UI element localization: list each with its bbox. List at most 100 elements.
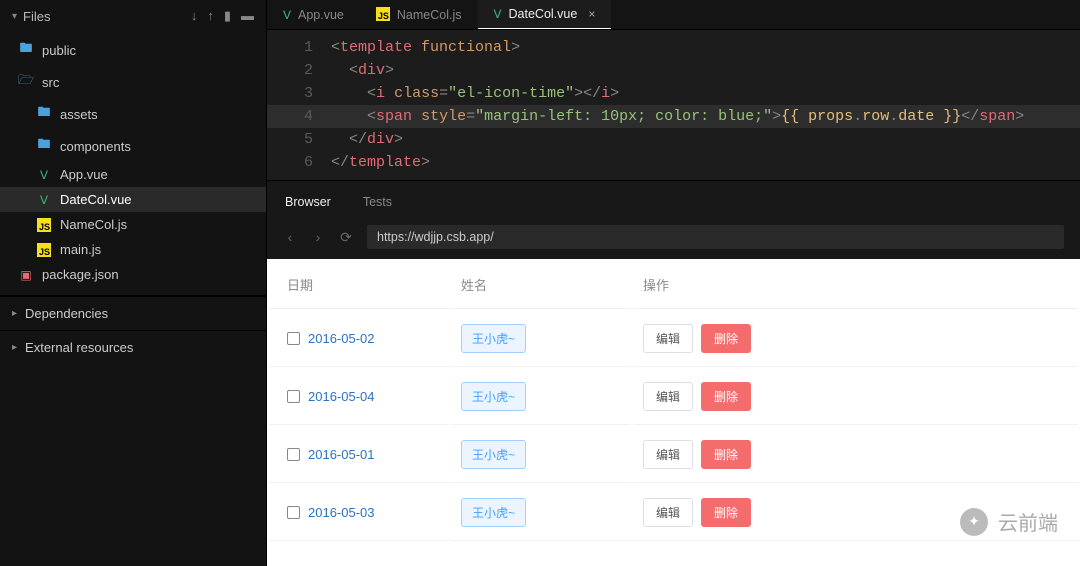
- editor-tabs: VApp.vue JS NameCol.js V DateCol.vue ×: [267, 0, 1080, 30]
- delete-button[interactable]: 删除: [701, 440, 751, 469]
- code-line: 4 <span style="margin-left: 10px; color:…: [267, 105, 1080, 128]
- col-ops: 操作: [633, 261, 1078, 309]
- vue-icon: V: [36, 193, 52, 207]
- cell-ops: 编辑删除: [633, 427, 1078, 483]
- panel-tab-tests[interactable]: Tests: [363, 195, 392, 209]
- delete-button[interactable]: 删除: [701, 382, 751, 411]
- name-tag[interactable]: 王小虎~: [461, 382, 526, 411]
- chevron-right-icon: ▸: [12, 308, 17, 319]
- line-number: 6: [267, 151, 331, 174]
- tree-item-NameCol-js[interactable]: JSNameCol.js: [0, 212, 266, 237]
- code-line: 6</template>: [267, 151, 1080, 174]
- date-text: 2016-05-01: [308, 447, 375, 462]
- new-file-icon[interactable]: ▮: [224, 8, 231, 24]
- tree-item-label: NameCol.js: [60, 217, 127, 232]
- tab-DateCol-vue[interactable]: VDateCol.vue×: [478, 0, 612, 29]
- edit-button[interactable]: 编辑: [643, 498, 693, 527]
- file-tree: 🖿 public 🗁 src 🖿assets 🖿 components V App.vue VDa…: [0, 32, 266, 289]
- folder-icon: 🖿: [36, 135, 52, 157]
- tree-item-label: App.vue: [60, 167, 108, 182]
- tree-item-src[interactable]: 🗁 src: [0, 66, 266, 98]
- new-folder-icon[interactable]: ▬: [241, 8, 254, 24]
- tab-label: NameCol.js: [397, 8, 462, 22]
- code-editor[interactable]: 1<template functional>2 <div>3 <i class=…: [267, 30, 1080, 180]
- tree-item-label: components: [60, 139, 131, 154]
- folder-open-icon: 🗁: [18, 71, 34, 93]
- tree-item-public[interactable]: 🖿 public: [0, 34, 266, 66]
- forward-icon[interactable]: ›: [311, 229, 325, 245]
- date-text: 2016-05-02: [308, 331, 375, 346]
- js-icon: JS: [376, 7, 390, 22]
- reload-icon[interactable]: ⟳: [339, 229, 353, 246]
- code-line: 2 <div>: [267, 59, 1080, 82]
- vue-icon: V: [36, 168, 52, 182]
- edit-button[interactable]: 编辑: [643, 324, 693, 353]
- tree-item-label: src: [42, 75, 59, 90]
- url-input[interactable]: [367, 225, 1064, 249]
- table-row: 2016-05-04 王小虎~ 编辑删除: [269, 369, 1078, 425]
- files-header: ▾ Files ↓ ↑ ▮ ▬: [0, 0, 266, 32]
- section-label: Dependencies: [25, 306, 108, 321]
- time-icon: [287, 332, 300, 345]
- section-external-resources[interactable]: ▸External resources: [0, 330, 266, 364]
- code-content: </template>: [331, 151, 1080, 174]
- tree-item-main-js[interactable]: JSmain.js: [0, 237, 266, 262]
- code-line: 3 <i class="el-icon-time"></i>: [267, 82, 1080, 105]
- preview-table: 日期 姓名 操作 2016-05-02王小虎~编辑删除2016-05-04王小虎…: [267, 259, 1080, 543]
- sidebar-sections: ▸ Dependencies ▸External resources: [0, 296, 266, 364]
- name-tag[interactable]: 王小虎~: [461, 498, 526, 527]
- line-number: 2: [267, 59, 331, 82]
- panel-tab-browser[interactable]: Browser: [285, 195, 331, 209]
- tree-item-label: public: [42, 43, 76, 58]
- time-icon: [287, 390, 300, 403]
- back-icon[interactable]: ‹: [283, 229, 297, 245]
- cell-date: 2016-05-04: [269, 369, 449, 425]
- line-number: 5: [267, 128, 331, 151]
- cell-date: 2016-05-01: [269, 427, 449, 483]
- edit-button[interactable]: 编辑: [643, 382, 693, 411]
- upload-icon[interactable]: ↑: [207, 8, 214, 24]
- section-dependencies[interactable]: ▸ Dependencies: [0, 296, 266, 330]
- col-date: 日期: [269, 261, 449, 309]
- files-toolbar: ↓ ↑ ▮ ▬: [191, 8, 254, 24]
- tree-item-components[interactable]: 🖿 components: [0, 130, 266, 162]
- code-line: 1<template functional>: [267, 36, 1080, 59]
- cell-name: 王小虎~: [451, 311, 631, 367]
- json-icon: ▣: [18, 268, 34, 282]
- close-icon[interactable]: ×: [588, 7, 595, 21]
- cell-ops: 编辑删除: [633, 311, 1078, 367]
- chevron-right-icon: ▸: [12, 342, 17, 353]
- chevron-down-icon: ▾: [12, 11, 17, 22]
- sidebar: ▾ Files ↓ ↑ ▮ ▬ 🖿 public 🗁 src 🖿assets 🖿 compo…: [0, 0, 267, 566]
- download-icon[interactable]: ↓: [191, 8, 198, 24]
- tree-item-App-vue[interactable]: V App.vue: [0, 162, 266, 187]
- tab-NameCol-js[interactable]: JS NameCol.js: [360, 0, 478, 29]
- main: VApp.vue JS NameCol.js V DateCol.vue × 1<temp…: [267, 0, 1080, 566]
- tab-App-vue[interactable]: VApp.vue: [267, 0, 360, 29]
- watermark-text: 云前端: [998, 507, 1058, 536]
- folder-icon: 🖿: [18, 39, 34, 61]
- code-line: 5 </div>: [267, 128, 1080, 151]
- files-title: Files: [23, 9, 191, 24]
- delete-button[interactable]: 删除: [701, 498, 751, 527]
- edit-button[interactable]: 编辑: [643, 440, 693, 469]
- time-icon: [287, 506, 300, 519]
- name-tag[interactable]: 王小虎~: [461, 324, 526, 353]
- code-content: <i class="el-icon-time"></i>: [331, 82, 1080, 105]
- name-tag[interactable]: 王小虎~: [461, 440, 526, 469]
- delete-button[interactable]: 删除: [701, 324, 751, 353]
- tree-item-label: assets: [60, 107, 98, 122]
- code-content: <span style="margin-left: 10px; color: b…: [331, 105, 1080, 128]
- cell-name: 王小虎~: [451, 369, 631, 425]
- tree-item-assets[interactable]: 🖿assets: [0, 98, 266, 130]
- tree-item-package-json[interactable]: ▣package.json: [0, 262, 266, 287]
- wechat-icon: ✦: [960, 508, 988, 536]
- tab-label: DateCol.vue: [509, 7, 578, 21]
- panel-tabs: Browser Tests: [267, 180, 1080, 219]
- table-row: 2016-05-03王小虎~编辑删除: [269, 485, 1078, 541]
- line-number: 1: [267, 36, 331, 59]
- code-content: <template functional>: [331, 36, 1080, 59]
- browser-bar: ‹ › ⟳: [267, 219, 1080, 259]
- vue-icon: V: [283, 8, 291, 22]
- tree-item-DateCol-vue[interactable]: VDateCol.vue: [0, 187, 266, 212]
